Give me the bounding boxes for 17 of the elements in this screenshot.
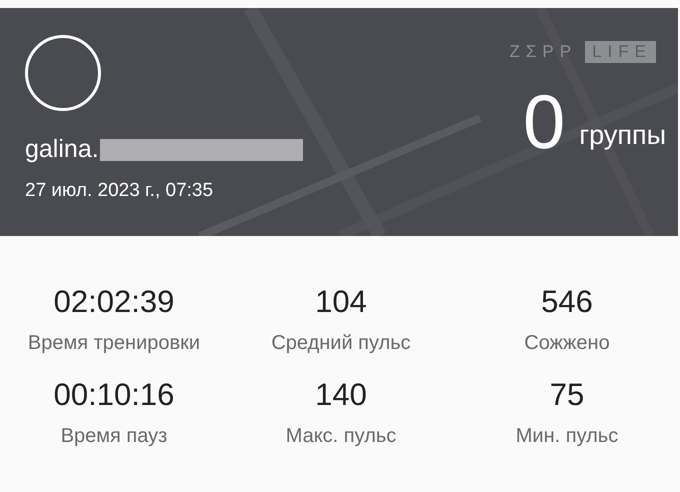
username: galina. [25, 135, 99, 164]
stat-value: 02:02:39 [54, 284, 174, 320]
stat-value: 140 [315, 377, 367, 413]
stat-value: 546 [541, 284, 593, 320]
stat-value: 75 [550, 377, 584, 413]
stat-label: Время тренировки [28, 332, 200, 355]
stat-label: Средний пульс [271, 332, 411, 355]
workout-date: 27 июл. 2023 г., 07:35 [25, 180, 214, 202]
group-count: 0 [523, 85, 566, 161]
logo-text: ZΣPP [510, 42, 578, 62]
stat-label: Сожжено [524, 332, 610, 355]
stat-label: Макс. пульс [286, 425, 396, 448]
stat-value: 00:10:16 [54, 377, 174, 413]
group-label: группы [579, 120, 666, 151]
stat-label: Время пауз [60, 425, 168, 448]
stat-label: Мин. пульс [516, 425, 618, 448]
stat-value: 104 [315, 284, 367, 320]
